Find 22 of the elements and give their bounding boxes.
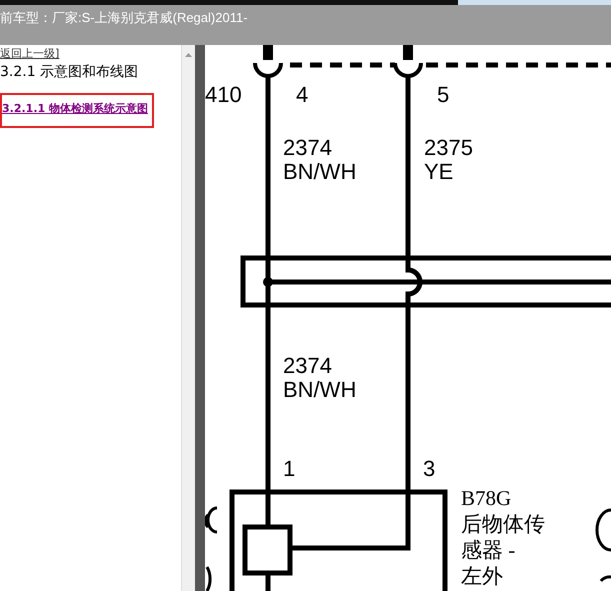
circuit-number: 2374 [283, 353, 332, 378]
pin-label: 5 [437, 82, 450, 107]
component-name: 左外 [461, 564, 503, 588]
pin-label: 1 [283, 456, 296, 481]
wire-color: BN/WH [283, 159, 356, 184]
circuit-number: 2375 [424, 135, 473, 160]
pin-label: 4 [296, 82, 308, 107]
component-name: 后物体传 [461, 512, 545, 536]
component-name: 感器 - [461, 538, 516, 562]
pin-label: 410 [205, 82, 242, 107]
circuit-number: 2374 [283, 135, 332, 160]
back-link[interactable]: 返回上一级] [0, 46, 60, 61]
window-title: 前车型：厂家:S-上海别克君威(Regal)2011- [0, 9, 248, 27]
scrollbar[interactable] [181, 45, 195, 591]
component-id: B78G [461, 486, 512, 510]
section-title: 3.2.1 示意图和布线图 [0, 63, 138, 81]
wire-color: BN/WH [283, 377, 356, 402]
tree-link[interactable]: 3.2.1.1 物体检测系统示意图 [0, 93, 154, 128]
splitter[interactable] [195, 45, 205, 591]
wire-color: YE [424, 159, 454, 184]
scroll-up-icon[interactable] [185, 53, 192, 57]
pin-label: 3 [423, 456, 436, 481]
